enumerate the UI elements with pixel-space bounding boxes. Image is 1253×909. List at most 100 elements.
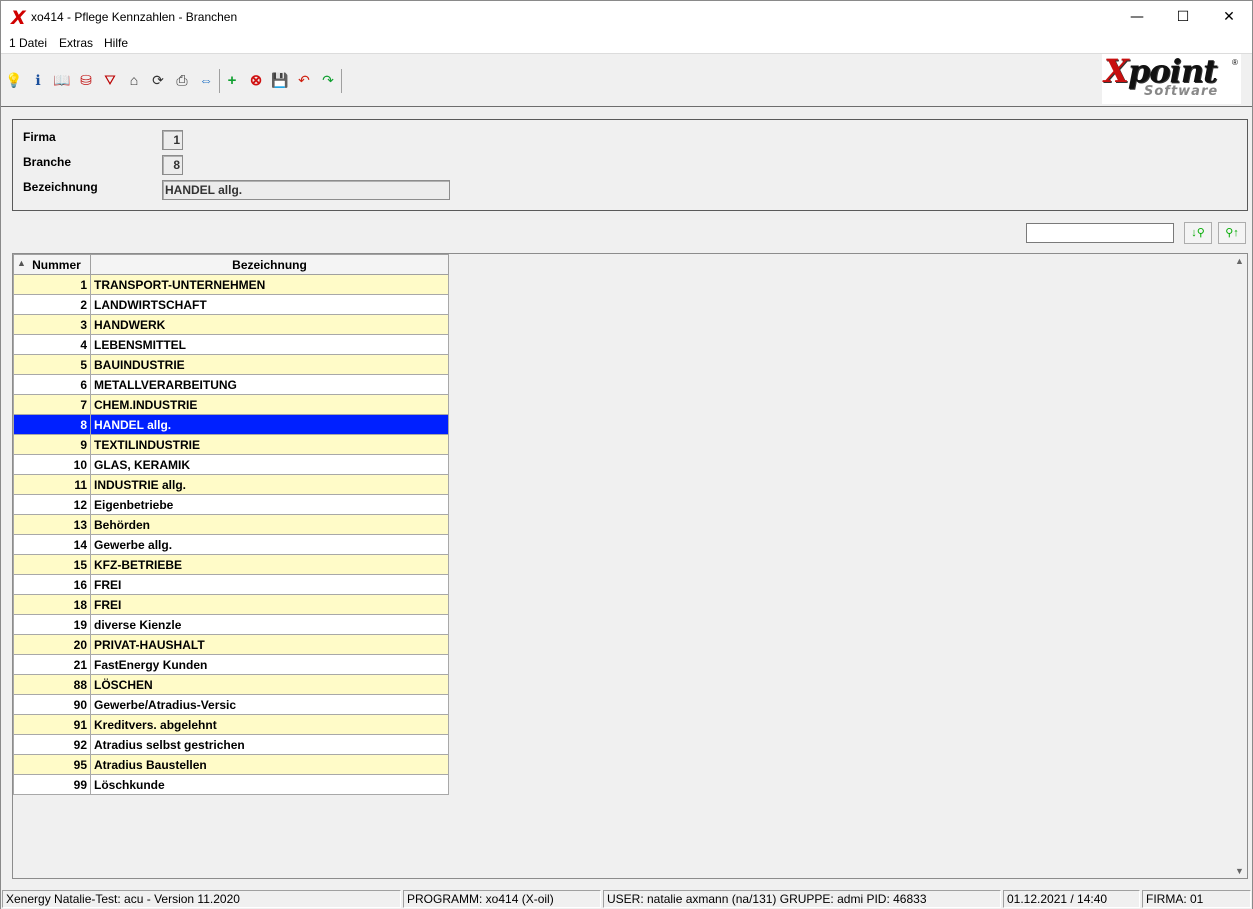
cell-bezeichnung[interactable]: Kreditvers. abgelehnt <box>90 714 449 735</box>
table-row[interactable]: 18 FREI <box>13 594 449 615</box>
cell-nummer[interactable]: 99 <box>13 774 91 795</box>
menu-hilfe[interactable]: Hilfe <box>104 36 128 50</box>
cell-nummer[interactable]: 12 <box>13 494 91 515</box>
table-row[interactable]: 16 FREI <box>13 574 449 595</box>
cell-nummer[interactable]: 4 <box>13 334 91 355</box>
cell-nummer[interactable]: 10 <box>13 454 91 475</box>
menu-datei[interactable]: 1 Datei <box>9 36 47 50</box>
scroll-up-icon[interactable]: ▲ <box>1235 256 1244 266</box>
cell-nummer[interactable]: 16 <box>13 574 91 595</box>
find-down-button[interactable]: ↓⚲ <box>1184 222 1212 244</box>
table-row[interactable]: 9 TEXTILINDUSTRIE <box>13 434 449 455</box>
cell-nummer[interactable]: 6 <box>13 374 91 395</box>
maximize-button[interactable]: ☐ <box>1160 1 1206 33</box>
cell-bezeichnung[interactable]: PRIVAT-HAUSHALT <box>90 634 449 655</box>
cell-nummer[interactable]: 91 <box>13 714 91 735</box>
cell-nummer[interactable]: 90 <box>13 694 91 715</box>
home-icon[interactable]: ⌂ <box>125 71 143 89</box>
cell-nummer[interactable]: 92 <box>13 734 91 755</box>
close-button[interactable]: ✕ <box>1206 1 1252 33</box>
cell-bezeichnung[interactable]: Eigenbetriebe <box>90 494 449 515</box>
table-row[interactable]: 11 INDUSTRIE allg. <box>13 474 449 495</box>
database-icon[interactable]: ⛁ <box>77 71 95 89</box>
cell-bezeichnung[interactable]: Löschkunde <box>90 774 449 795</box>
cell-bezeichnung[interactable]: TEXTILINDUSTRIE <box>90 434 449 455</box>
table-row[interactable]: 5 BAUINDUSTRIE <box>13 354 449 375</box>
table-row[interactable]: 19 diverse Kienzle <box>13 614 449 635</box>
cell-nummer[interactable]: 1 <box>13 274 91 295</box>
cell-nummer[interactable]: 18 <box>13 594 91 615</box>
cell-nummer[interactable]: 13 <box>13 514 91 535</box>
book-icon[interactable]: 📖 <box>53 71 71 89</box>
cell-bezeichnung[interactable]: TRANSPORT-UNTERNEHMEN <box>90 274 449 295</box>
cell-bezeichnung[interactable]: FastEnergy Kunden <box>90 654 449 675</box>
cell-nummer[interactable]: 20 <box>13 634 91 655</box>
cell-nummer[interactable]: 5 <box>13 354 91 375</box>
table-row[interactable]: 1 TRANSPORT-UNTERNEHMEN <box>13 274 449 295</box>
table-row[interactable]: 21 FastEnergy Kunden <box>13 654 449 675</box>
cell-nummer[interactable]: 21 <box>13 654 91 675</box>
cell-bezeichnung[interactable]: HANDEL allg. <box>90 414 449 435</box>
cell-bezeichnung[interactable]: Gewerbe/Atradius-Versic <box>90 694 449 715</box>
table-row[interactable]: 7 CHEM.INDUSTRIE <box>13 394 449 415</box>
lightbulb-icon[interactable]: 💡 <box>5 71 23 89</box>
cell-nummer[interactable]: 3 <box>13 314 91 335</box>
cell-bezeichnung[interactable]: KFZ-BETRIEBE <box>90 554 449 575</box>
column-header-bezeichnung[interactable]: Bezeichnung <box>90 254 449 275</box>
table-row[interactable]: 12 Eigenbetriebe <box>13 494 449 515</box>
cell-bezeichnung[interactable]: FREI <box>90 594 449 615</box>
vertical-scrollbar[interactable]: ▲ ▼ <box>1233 254 1247 878</box>
table-row[interactable]: 2 LANDWIRTSCHAFT <box>13 294 449 315</box>
cell-bezeichnung[interactable]: LÖSCHEN <box>90 674 449 695</box>
table-row[interactable]: 20 PRIVAT-HAUSHALT <box>13 634 449 655</box>
cell-bezeichnung[interactable]: GLAS, KERAMIK <box>90 454 449 475</box>
table-row[interactable]: 6 METALLVERARBEITUNG <box>13 374 449 395</box>
table-row[interactable]: 8 HANDEL allg. <box>13 414 449 435</box>
cell-nummer[interactable]: 88 <box>13 674 91 695</box>
cell-nummer[interactable]: 15 <box>13 554 91 575</box>
refresh-icon[interactable]: ⟳ <box>149 71 167 89</box>
cell-nummer[interactable]: 7 <box>13 394 91 415</box>
cell-nummer[interactable]: 14 <box>13 534 91 555</box>
table-row[interactable]: 91 Kreditvers. abgelehnt <box>13 714 449 735</box>
table-row[interactable]: 15 KFZ-BETRIEBE <box>13 554 449 575</box>
minimize-button[interactable]: — <box>1114 1 1160 33</box>
add-icon[interactable]: + <box>223 71 241 89</box>
print-icon[interactable]: ⎙ <box>173 71 191 89</box>
cell-nummer[interactable]: 19 <box>13 614 91 635</box>
table-row[interactable]: 92 Atradius selbst gestrichen <box>13 734 449 755</box>
cell-bezeichnung[interactable]: INDUSTRIE allg. <box>90 474 449 495</box>
table-row[interactable]: 90 Gewerbe/Atradius-Versic <box>13 694 449 715</box>
table-row[interactable]: 95 Atradius Baustellen <box>13 754 449 775</box>
table-row[interactable]: 3 HANDWERK <box>13 314 449 335</box>
cell-bezeichnung[interactable]: Atradius Baustellen <box>90 754 449 775</box>
table-row[interactable]: 88 LÖSCHEN <box>13 674 449 695</box>
table-row[interactable]: 4 LEBENSMITTEL <box>13 334 449 355</box>
table-row[interactable]: 99 Löschkunde <box>13 774 449 795</box>
filter-icon[interactable]: ⛛ <box>101 71 119 89</box>
cell-nummer[interactable]: 8 <box>13 414 91 435</box>
column-header-nummer[interactable]: ▲ Nummer <box>13 254 91 275</box>
table-row[interactable]: 14 Gewerbe allg. <box>13 534 449 555</box>
cell-nummer[interactable]: 95 <box>13 754 91 775</box>
undo-icon[interactable]: ↶ <box>295 71 313 89</box>
cell-nummer[interactable]: 2 <box>13 294 91 315</box>
cell-bezeichnung[interactable]: CHEM.INDUSTRIE <box>90 394 449 415</box>
redo-icon[interactable]: ↷ <box>319 71 337 89</box>
cell-bezeichnung[interactable]: Atradius selbst gestrichen <box>90 734 449 755</box>
scroll-down-icon[interactable]: ▼ <box>1235 866 1244 876</box>
cell-bezeichnung[interactable]: diverse Kienzle <box>90 614 449 635</box>
info-icon[interactable]: ℹ <box>29 71 47 89</box>
cell-bezeichnung[interactable]: BAUINDUSTRIE <box>90 354 449 375</box>
cell-bezeichnung[interactable]: LEBENSMITTEL <box>90 334 449 355</box>
cell-bezeichnung[interactable]: METALLVERARBEITUNG <box>90 374 449 395</box>
cell-nummer[interactable]: 11 <box>13 474 91 495</box>
cell-bezeichnung[interactable]: HANDWERK <box>90 314 449 335</box>
search-input[interactable] <box>1026 223 1174 243</box>
cell-bezeichnung[interactable]: Behörden <box>90 514 449 535</box>
find-up-button[interactable]: ⚲↑ <box>1218 222 1246 244</box>
menu-extras[interactable]: Extras <box>59 36 93 50</box>
cell-bezeichnung[interactable]: FREI <box>90 574 449 595</box>
table-row[interactable]: 10 GLAS, KERAMIK <box>13 454 449 475</box>
link-icon[interactable]: ⇔ <box>197 71 215 89</box>
